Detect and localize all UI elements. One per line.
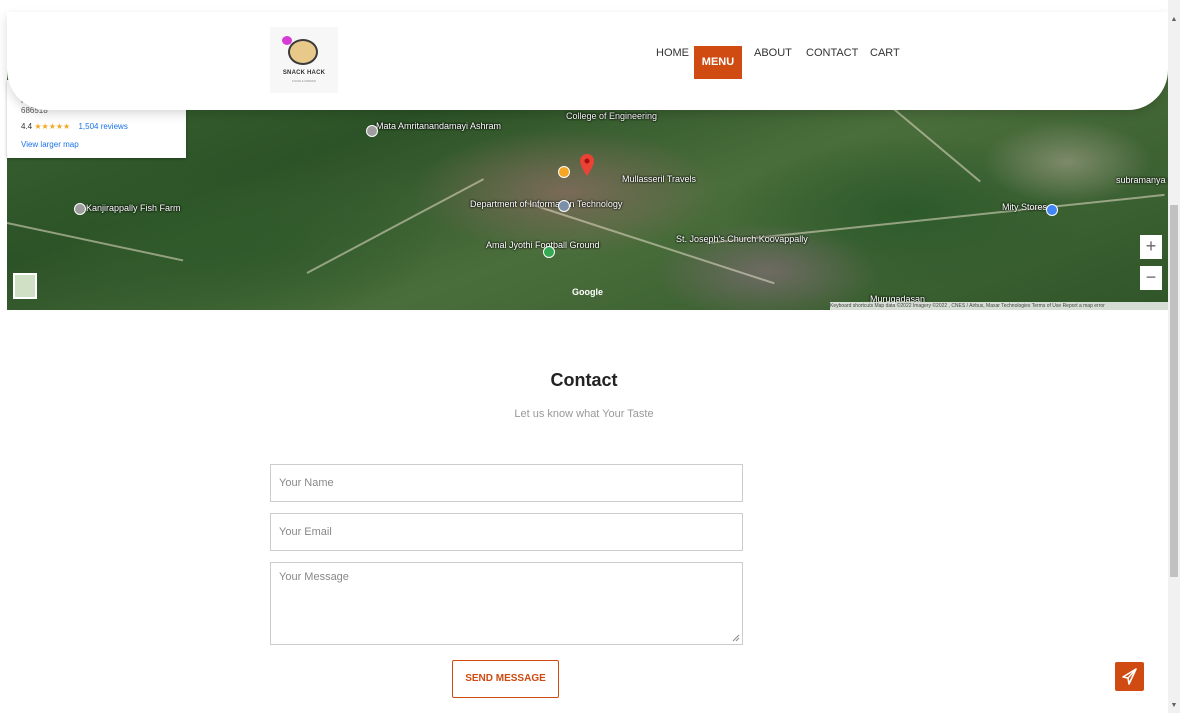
- scrollbar-thumb[interactable]: [1170, 205, 1178, 577]
- map-label: Mullasseril Travels: [622, 174, 697, 184]
- nav-about[interactable]: ABOUT: [754, 47, 792, 59]
- site-header: [7, 12, 1168, 110]
- shop-marker-icon: [1046, 204, 1058, 216]
- place-marker-icon: [74, 203, 86, 215]
- logo-heart-icon: [282, 36, 292, 45]
- page-scrollbar[interactable]: ▲ ▼: [1168, 0, 1180, 713]
- food-marker-icon: [558, 166, 570, 178]
- map-label: subramanya sawamy sat: [1116, 175, 1168, 185]
- nav-home[interactable]: HOME: [656, 47, 689, 59]
- logo-subtext: FOOD & DRINKS: [292, 79, 316, 83]
- map-label: Mata Amritanandamayi Ashram: [376, 121, 502, 131]
- nav-menu[interactable]: MENU: [694, 46, 742, 79]
- zoom-in-button[interactable]: +: [1140, 235, 1162, 259]
- page: Mata Amritanandamayi Ashram College of E…: [0, 0, 1168, 713]
- email-input[interactable]: Your Email: [270, 513, 743, 551]
- rating-value: 4.4: [21, 122, 33, 131]
- map-label: College of Engineering: [566, 111, 658, 121]
- site-logo[interactable]: SNACK HACK FOOD & DRINKS: [270, 27, 338, 93]
- star-rating-icon: ★★★★★: [34, 122, 71, 131]
- map-label: Department of Information Technology: [470, 199, 623, 209]
- logo-text: SNACK HACK: [282, 70, 326, 76]
- nav-cart[interactable]: CART: [870, 47, 900, 59]
- zoom-out-button[interactable]: −: [1140, 266, 1162, 290]
- message-textarea[interactable]: Your Message: [270, 562, 743, 645]
- reviews-link[interactable]: 1,504 reviews: [78, 122, 127, 131]
- resize-handle-icon[interactable]: [732, 634, 740, 642]
- map-attribution[interactable]: Keyboard shortcuts Map data ©2022 Imager…: [830, 302, 1168, 310]
- place-marker-icon: [366, 125, 378, 137]
- nav-contact[interactable]: CONTACT: [806, 47, 858, 59]
- scroll-up-arrow-icon[interactable]: ▲: [1170, 16, 1178, 23]
- name-input[interactable]: Your Name: [270, 464, 743, 502]
- scroll-down-arrow-icon[interactable]: ▼: [1170, 702, 1178, 709]
- park-marker-icon: [543, 246, 555, 258]
- location-pin-icon[interactable]: [580, 154, 594, 176]
- rating-row: 4.4 ★★★★★ 1,504 reviews: [21, 122, 128, 131]
- name-placeholder: Your Name: [279, 477, 334, 489]
- send-message-button[interactable]: SEND MESSAGE: [452, 660, 559, 698]
- send-icon: [1122, 668, 1137, 685]
- map-layer-button[interactable]: [13, 273, 37, 299]
- send-fab-button[interactable]: [1115, 662, 1144, 691]
- place-marker-icon: [558, 200, 570, 212]
- view-larger-map-link[interactable]: View larger map: [21, 140, 79, 149]
- contact-subtitle: Let us know what Your Taste: [514, 408, 654, 420]
- message-placeholder: Your Message: [279, 571, 349, 583]
- logo-face-icon: [288, 39, 318, 65]
- google-logo: Google: [572, 287, 603, 297]
- contact-title: Contact: [550, 370, 618, 390]
- map-label: Kanjirappally Fish Farm: [86, 203, 181, 213]
- email-placeholder: Your Email: [279, 526, 332, 538]
- map-label: St. Joseph's Church Koovappally: [676, 234, 808, 244]
- map-label: Mity Stores: [1002, 202, 1048, 212]
